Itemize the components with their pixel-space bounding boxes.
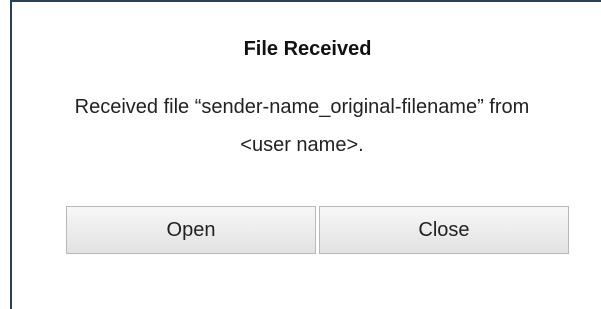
file-received-dialog: File Received Received file “sender-name… <box>10 0 601 309</box>
dialog-title: File Received <box>243 38 372 60</box>
close-button[interactable]: Close <box>319 206 569 254</box>
dialog-message: Received file “sender-name_original-file… <box>74 96 530 156</box>
open-button[interactable]: Open <box>66 206 316 254</box>
